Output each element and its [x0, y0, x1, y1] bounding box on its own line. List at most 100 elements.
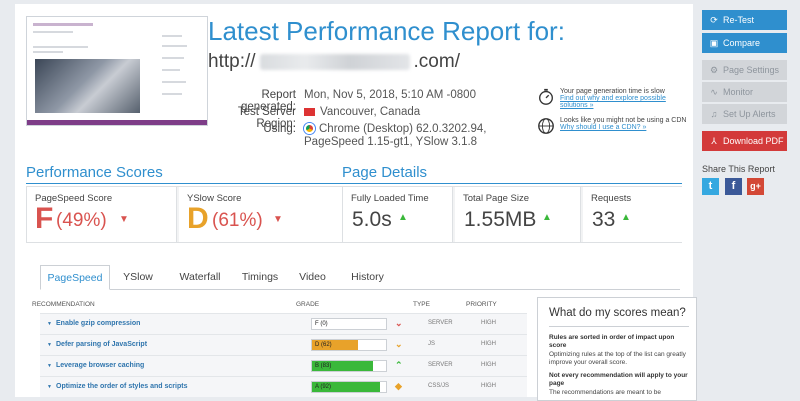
alerts-label: Set Up Alerts [723, 109, 776, 119]
priority-value: HIGH [481, 362, 496, 368]
yslow-score-card[interactable]: YSlow Score D (61%) ▼ [179, 187, 342, 242]
yslow-percent: (61%) [212, 210, 263, 231]
scores-explanation-panel: What do my scores mean? Rules are sorted… [537, 297, 697, 401]
divider [549, 326, 689, 327]
recommendation-name[interactable]: Defer parsing of JavaScript [56, 341, 147, 348]
type-value: SERVER [428, 362, 453, 368]
compare-button[interactable]: ▣ Compare [702, 33, 787, 53]
twitter-icon[interactable]: t [702, 178, 719, 195]
grade-bar: A (92) [311, 381, 387, 393]
col-priority: PRIORITY [466, 301, 497, 308]
grade-text: A (92) [315, 384, 332, 390]
monitor-button[interactable]: ∿ Monitor [702, 82, 787, 102]
size-value: 1.55MB [464, 208, 537, 231]
pdf-icon: ⅄ [711, 135, 717, 146]
tab-timings[interactable]: Timings [235, 265, 285, 290]
col-grade: GRADE [296, 301, 320, 308]
priority-value: HIGH [481, 383, 496, 389]
region-value: Vancouver, Canada [320, 106, 421, 118]
page-settings-label: Page Settings [723, 65, 780, 75]
requests-value: 33 [592, 208, 616, 231]
loaded-label: Fully Loaded Time [351, 193, 429, 204]
priority-value: HIGH [481, 320, 496, 326]
using-label: Using: [263, 123, 296, 135]
slow-generation-notice: Your page generation time is slow Find ou… [536, 88, 693, 109]
scores-heading: What do my scores mean? [549, 307, 686, 319]
recommendation-name[interactable]: Optimize the order of styles and scripts [56, 383, 187, 390]
tab-yslow[interactable]: YSlow [113, 265, 163, 290]
type-value: SERVER [428, 320, 453, 326]
loaded-value: 5.0s [352, 208, 392, 231]
divider [26, 183, 342, 184]
url-prefix: http:// [208, 51, 256, 72]
expand-triangle-icon[interactable]: ▼ [47, 363, 52, 369]
tab-waterfall[interactable]: Waterfall [170, 265, 230, 290]
report-url[interactable]: http:// .com/ [208, 51, 460, 73]
compare-label: Compare [723, 38, 761, 48]
report-tabs: PageSpeed YSlow Waterfall Timings Video … [40, 265, 680, 290]
fully-loaded-card: Fully Loaded Time 5.0s ▲ [343, 187, 453, 242]
facebook-icon[interactable]: f [725, 178, 742, 195]
priority-value: HIGH [481, 341, 496, 347]
table-row[interactable]: ▼ Enable gzip compression F (0) ⌄ SERVER HIGH [40, 313, 527, 334]
grade-text: D (62) [315, 342, 332, 348]
expand-triangle-icon[interactable]: ▼ [47, 384, 52, 390]
notice-link[interactable]: Why should I use a CDN? » [560, 124, 646, 131]
performance-scores-title: Performance Scores [26, 164, 163, 181]
report-title: Latest Performance Report for: [208, 16, 565, 46]
grade-bar: F (0) [311, 318, 387, 330]
notice-text: Your page generation time is slow [560, 88, 665, 95]
globe-icon [538, 118, 554, 134]
share-label: Share This Report [702, 164, 775, 174]
recommendation-name[interactable]: Enable gzip compression [56, 320, 140, 327]
monitor-label: Monitor [723, 87, 754, 97]
divider [342, 183, 682, 184]
expand-triangle-icon[interactable]: ▼ [47, 321, 52, 327]
google-plus-icon[interactable]: g+ [747, 178, 764, 195]
monitor-icon: ∿ [710, 86, 718, 97]
stopwatch-icon [539, 88, 553, 105]
recommendation-name[interactable]: Leverage browser caching [56, 362, 144, 369]
up-arrow-icon: ▲ [542, 212, 552, 223]
tab-pagespeed[interactable]: PageSpeed [40, 265, 110, 290]
pagespeed-percent: (49%) [56, 210, 107, 231]
retest-label: Re-Test [723, 15, 755, 25]
type-value: JS [428, 341, 436, 347]
page-details-box: Fully Loaded Time 5.0s ▲ Total Page Size… [342, 186, 682, 243]
grade-trend-icon: ◆ [395, 381, 402, 391]
pagespeed-score-card[interactable]: PageSpeed Score F (49%) ▼ [27, 187, 177, 242]
scores-bold-2: Not every recommendation will apply to y… [549, 372, 688, 387]
grade-trend-icon: ⌄ [395, 339, 403, 349]
tab-history[interactable]: History [340, 265, 395, 290]
table-row[interactable]: ▼ Leverage browser caching B (83) ⌃ SERVER HI… [40, 355, 527, 376]
page-details-title: Page Details [342, 164, 428, 181]
requests-card: Requests 33 ▲ [583, 187, 682, 242]
up-arrow-icon: ▲ [398, 212, 408, 223]
region-label: Test Server Region: [237, 106, 296, 130]
download-label: Download PDF [723, 136, 784, 146]
tab-video[interactable]: Video [290, 265, 335, 290]
col-type: TYPE [413, 301, 430, 308]
set-up-alerts-button[interactable]: ♫ Set Up Alerts [702, 104, 787, 124]
bell-icon: ♫ [710, 109, 718, 119]
notice-text: Looks like you might not be using a CDN [560, 117, 687, 124]
retest-button[interactable]: ⟳ Re-Test [702, 10, 787, 30]
page-settings-button[interactable]: ⚙ Page Settings [702, 60, 787, 80]
up-arrow-icon: ▲ [621, 212, 631, 223]
down-arrow-icon: ▼ [273, 214, 283, 225]
download-pdf-button[interactable]: ⅄ Download PDF [702, 131, 787, 151]
type-value: CSS/JS [428, 383, 450, 389]
table-row[interactable]: ▼ Optimize the order of styles and script… [40, 376, 527, 397]
grade-text: B (83) [315, 363, 332, 369]
performance-scores-box: PageSpeed Score F (49%) ▼ YSlow Score D … [26, 186, 342, 243]
page-size-card: Total Page Size 1.55MB ▲ [455, 187, 581, 242]
refresh-icon: ⟳ [710, 14, 718, 25]
table-row[interactable]: ▼ Defer parsing of JavaScript D (62) ⌄ JS HIG… [40, 334, 527, 355]
scores-text-1: Optimizing rules at the top of the list … [549, 351, 686, 366]
notice-link[interactable]: Find out why and explore possible soluti… [560, 95, 666, 109]
expand-triangle-icon[interactable]: ▼ [47, 342, 52, 348]
report-info: Report generated: Mon, Nov 5, 2018, 5:10 … [208, 89, 514, 148]
grade-text: F (0) [315, 321, 328, 327]
generated-label: Report generated: [241, 89, 296, 113]
compare-icon: ▣ [709, 37, 719, 48]
